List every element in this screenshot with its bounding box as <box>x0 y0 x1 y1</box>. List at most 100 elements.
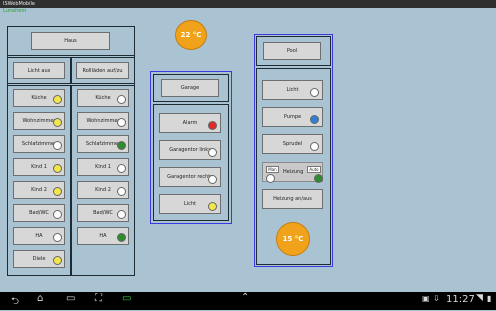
home-icon[interactable]: ⌂ <box>37 293 43 304</box>
clock: 11:27 <box>446 294 475 305</box>
haus-left-item-5-status-indicator <box>53 210 62 219</box>
garage-item-2-label: Garagentor rechts <box>167 174 213 180</box>
garage-item-0-status-indicator <box>208 121 217 130</box>
heizung-label: Heizung <box>283 169 304 175</box>
battery-icon: ▮ <box>487 294 492 303</box>
app-title-bar: ISWebMobile <box>0 0 496 8</box>
licht-aus-label: Licht aus <box>27 67 51 74</box>
haus-left-item-3-label: Kind 1 <box>31 164 47 170</box>
garage-header-button[interactable]: Garage <box>161 79 219 97</box>
pool-item-1-status-indicator <box>310 115 319 124</box>
garage-item-2-status-indicator <box>208 175 217 184</box>
wifi-icon: ◥ <box>476 293 483 303</box>
haus-left-item-4-label: Kind 2 <box>31 187 47 193</box>
haus-right-item-6-button[interactable]: HA <box>77 227 129 245</box>
haus-left-item-0-status-indicator <box>53 95 62 104</box>
garage-header-label: Garage <box>180 85 200 91</box>
pool-item-2-button[interactable]: Sprudel <box>262 134 323 154</box>
system-navigation-bar: ⮌ ⌂ ▭ ⛶ ▭ ⌃ ▣ ⇩ 11:27 ◥ ▮ <box>0 292 496 310</box>
garage-temperature: 22 °C <box>180 31 202 39</box>
haus-right-item-3-status-indicator <box>117 164 126 173</box>
pool-item-0-button[interactable]: Licht <box>262 80 323 100</box>
status-line: Lunahem <box>0 8 496 15</box>
haus-header-button[interactable]: Haus <box>31 32 110 50</box>
notification-app-icon[interactable]: ▭ <box>122 293 131 304</box>
haus-right-item-4-button[interactable]: Kind 2 <box>77 181 129 199</box>
pool-item-2-status-indicator <box>310 142 319 151</box>
haus-right-item-0-status-indicator <box>117 95 126 104</box>
haus-left-item-5-button[interactable]: Bad/WC <box>13 204 65 222</box>
pool-item-1-label: Pumpe <box>283 114 302 120</box>
haus-left-item-2-button[interactable]: Schlafzimmer <box>13 135 65 153</box>
haus-left-item-1-status-indicator <box>53 118 62 127</box>
haus-left-item-5-label: Bad/WC <box>29 210 49 216</box>
heizung-toggle-label: Heizung an/aus <box>273 196 312 202</box>
haus-left-item-7-label: Diele <box>32 256 46 262</box>
download-icon: ⇩ <box>433 294 440 303</box>
garage-item-2-button[interactable]: Garagentor rechts <box>159 167 221 187</box>
haus-left-item-3-status-indicator <box>53 164 62 173</box>
heizung-man-label: Man <box>266 166 279 173</box>
haus-right-item-4-label: Kind 2 <box>95 187 111 193</box>
garage-item-3-button[interactable]: Licht <box>159 194 221 214</box>
screenshot-icon[interactable]: ⛶ <box>95 293 102 304</box>
garage-temperature-badge: 22 °C <box>175 20 207 50</box>
heizung-man-indicator <box>266 174 275 183</box>
garage-item-1-status-indicator <box>208 148 217 157</box>
haus-left-item-7-status-indicator <box>53 256 62 265</box>
recent-apps-icon[interactable]: ▭ <box>66 293 75 304</box>
pool-item-1-button[interactable]: Pumpe <box>262 107 323 127</box>
pool-header-label: Pool <box>286 48 298 54</box>
gallery-icon: ▣ <box>422 294 430 303</box>
haus-right-item-1-button[interactable]: Wohnzimmer <box>77 112 129 130</box>
haus-left-item-6-button[interactable]: HA <box>13 227 65 245</box>
haus-left-item-2-label: Schlafzimmer <box>21 141 57 147</box>
haus-left-item-4-status-indicator <box>53 187 62 196</box>
garage-item-1-button[interactable]: Garagentor links <box>159 140 221 160</box>
haus-right-item-5-status-indicator <box>117 210 126 219</box>
pool-item-0-label: Licht <box>286 87 299 93</box>
garage-item-0-label: Alarm <box>182 120 198 126</box>
app-title: ISWebMobile <box>3 1 35 7</box>
haus-right-item-0-label: Küche <box>95 95 111 101</box>
pool-temperature: 15 °C <box>282 235 304 243</box>
garage-item-1-label: Garagentor links <box>169 147 211 153</box>
haus-right-item-3-label: Kind 1 <box>95 164 111 170</box>
haus-left-item-1-button[interactable]: Wohnzimmer <box>13 112 65 130</box>
haus-header-label: Haus <box>64 38 77 44</box>
haus-right-item-2-status-indicator <box>117 141 126 150</box>
garage-item-3-status-indicator <box>208 202 217 211</box>
haus-left-item-2-status-indicator <box>53 141 62 150</box>
haus-right-item-6-label: HA <box>99 233 107 239</box>
rolllaeden-button[interactable]: Rollläden auf/zu <box>76 62 129 79</box>
pool-header-button[interactable]: Pool <box>263 42 321 60</box>
haus-right-item-0-button[interactable]: Küche <box>77 89 129 107</box>
chevron-up-icon[interactable]: ⌃ <box>241 292 249 303</box>
haus-right-item-1-label: Wohnzimmer <box>86 118 120 124</box>
rolllaeden-label: Rollläden auf/zu <box>82 67 123 74</box>
haus-right-item-1-status-indicator <box>117 118 126 127</box>
haus-left-item-4-button[interactable]: Kind 2 <box>13 181 65 199</box>
haus-right-item-6-status-indicator <box>117 233 126 242</box>
garage-item-0-button[interactable]: Alarm <box>159 113 221 133</box>
haus-left-item-6-status-indicator <box>53 233 62 242</box>
heizung-auto-label: Auto <box>307 166 321 173</box>
back-icon[interactable]: ⮌ <box>11 294 19 311</box>
haus-left-item-0-button[interactable]: Küche <box>13 89 65 107</box>
pool-item-0-status-indicator <box>310 88 319 97</box>
haus-left-item-1-label: Wohnzimmer <box>22 118 56 124</box>
haus-left-item-7-button[interactable]: Diele <box>13 250 65 268</box>
heizung-control[interactable]: Man Auto Heizung <box>262 162 323 183</box>
haus-right-item-2-button[interactable]: Schlafzimmer <box>77 135 129 153</box>
garage-item-3-label: Licht <box>183 201 197 207</box>
haus-left-item-6-label: HA <box>35 233 43 239</box>
haus-left-item-0-label: Küche <box>31 95 47 101</box>
heizung-auto-indicator <box>314 174 323 183</box>
licht-aus-button[interactable]: Licht aus <box>13 62 65 79</box>
haus-left-item-3-button[interactable]: Kind 1 <box>13 158 65 176</box>
haus-right-item-3-button[interactable]: Kind 1 <box>77 158 129 176</box>
pool-item-2-label: Sprudel <box>282 141 303 147</box>
haus-right-item-5-button[interactable]: Bad/WC <box>77 204 129 222</box>
haus-right-item-4-status-indicator <box>117 187 126 196</box>
heizung-toggle-button[interactable]: Heizung an/aus <box>262 189 323 209</box>
